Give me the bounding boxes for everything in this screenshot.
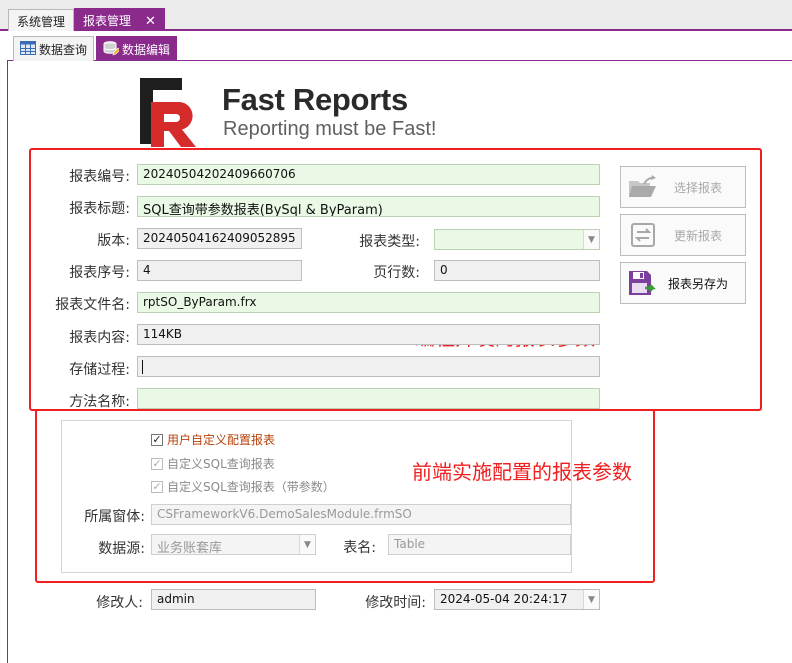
label-report-type: 报表类型:: [359, 234, 420, 250]
update-report-label: 更新报表: [673, 228, 722, 243]
custom-sql-param-label: 自定义SQL查询报表（带参数）: [167, 480, 335, 494]
chevron-down-icon[interactable]: ▼: [583, 230, 599, 249]
method-name-field[interactable]: [137, 388, 600, 409]
tab-label: 数据查询: [39, 43, 88, 57]
select-report-label: 选择报表: [673, 180, 722, 195]
label-report-no: 报表编号:: [69, 169, 130, 185]
modified-time-value: 2024-05-04 20:24:17: [440, 592, 568, 606]
datasource-select[interactable]: 业务账套库 ▼: [151, 534, 316, 555]
tab-system-management[interactable]: 系统管理: [8, 9, 75, 31]
window-field[interactable]: CSFrameworkV6.DemoSalesModule.frmSO: [151, 504, 571, 525]
custom-sql-param-checkbox[interactable]: ✓ 自定义SQL查询报表（带参数）: [151, 478, 335, 495]
logo-tagline: Reporting must be Fast!: [223, 118, 437, 140]
custom-sql-checkbox[interactable]: ✓ 自定义SQL查询报表: [151, 455, 275, 472]
content-field[interactable]: 114KB: [137, 324, 600, 345]
label-content: 报表内容:: [69, 330, 130, 346]
label-page-rows: 页行数:: [373, 265, 420, 281]
tab-report-management[interactable]: 报表管理 ✕: [74, 8, 165, 31]
modified-time-select[interactable]: 2024-05-04 20:24:17 ▼: [434, 589, 600, 610]
datasource-value: 业务账套库: [157, 541, 223, 555]
report-type-select[interactable]: ▼: [434, 229, 600, 250]
report-title-field[interactable]: SQL查询带参数报表(BySql & ByParam): [137, 196, 600, 217]
close-icon[interactable]: ✕: [145, 14, 156, 29]
checkmark-icon: ✓: [151, 480, 163, 493]
user-custom-checkbox[interactable]: ✓ 用户自定义配置报表: [151, 431, 275, 448]
text-cursor: [142, 360, 143, 374]
label-version: 版本:: [97, 233, 130, 249]
modifier-field[interactable]: admin: [151, 589, 316, 610]
tab-data-edit[interactable]: 数据编辑: [96, 36, 178, 61]
label-file-name: 报表文件名:: [55, 297, 130, 313]
logo-title: Fast Reports: [222, 82, 408, 117]
version-field[interactable]: 20240504162409052895: [137, 228, 302, 249]
label-table-name: 表名:: [343, 540, 376, 556]
select-report-button[interactable]: 选择报表: [620, 166, 746, 208]
tab-label: 数据编辑: [122, 43, 171, 57]
save-as-button[interactable]: 报表另存为: [620, 262, 746, 304]
label-report-title: 报表标题:: [69, 201, 130, 217]
checkmark-icon: ✓: [151, 457, 163, 470]
stored-proc-field[interactable]: [137, 356, 600, 377]
folder-open-icon: [627, 175, 659, 199]
page-rows-field[interactable]: 0: [434, 260, 600, 281]
file-name-field[interactable]: rptSO_ByParam.frx: [137, 292, 600, 313]
save-as-label: 报表另存为: [667, 276, 728, 291]
frame-border-left: [7, 60, 8, 663]
table-name-field[interactable]: Table: [388, 534, 571, 555]
custom-sql-label: 自定义SQL查询报表: [167, 457, 275, 471]
swap-icon: [627, 222, 659, 248]
label-modifier: 修改人:: [96, 595, 143, 611]
report-seq-field[interactable]: 4: [137, 260, 302, 281]
checkmark-icon: ✓: [151, 433, 163, 446]
fastreports-logo-icon: [140, 78, 206, 152]
update-report-button[interactable]: 更新报表: [620, 214, 746, 256]
label-report-seq: 报表序号:: [69, 265, 130, 281]
label-stored-proc: 存储过程:: [69, 362, 130, 378]
label-window: 所属窗体:: [84, 509, 145, 525]
save-as-icon: [627, 270, 659, 296]
report-no-field[interactable]: 20240504202409660706: [137, 164, 600, 185]
tab-data-query[interactable]: 数据查询: [13, 36, 95, 61]
tab-label: 系统管理: [17, 15, 66, 29]
tab-label: 报表管理: [83, 14, 132, 28]
label-method-name: 方法名称:: [69, 394, 130, 410]
user-custom-label: 用户自定义配置报表: [167, 433, 276, 447]
database-edit-icon: [103, 41, 121, 59]
label-datasource: 数据源:: [98, 541, 145, 557]
grid-icon: [20, 41, 36, 58]
chevron-down-icon[interactable]: ▼: [583, 590, 599, 609]
label-modified-time: 修改时间:: [365, 595, 426, 611]
